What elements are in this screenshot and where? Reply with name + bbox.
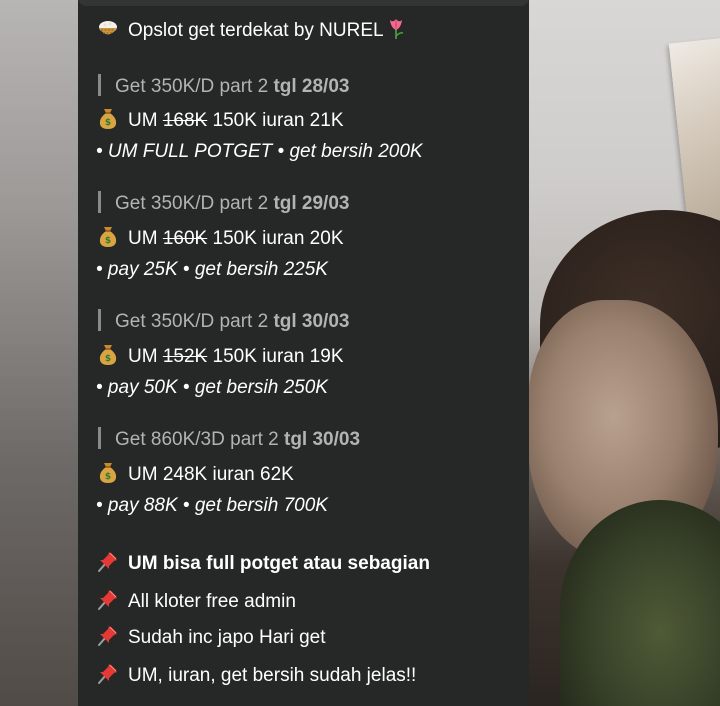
um-label: UM — [128, 110, 158, 131]
um-old-value: 160K — [162, 228, 208, 249]
note-text: UM bisa full potget atau sebagian — [128, 553, 430, 574]
rice-bowl-icon — [99, 21, 117, 35]
svg-text:$: $ — [105, 236, 111, 246]
svg-text:$: $ — [105, 472, 111, 482]
slot-heading-text: Get 350K/D part 2 — [115, 193, 269, 214]
note-item: Sudah inc japo Hari get — [96, 623, 326, 649]
note-text: UM, iuran, get bersih sudah jelas!! — [128, 665, 417, 686]
slot-heading-text: Get 350K/D part 2 — [115, 311, 269, 332]
um-label: UM — [128, 228, 158, 249]
quote-bar — [98, 74, 101, 96]
slot-date: tgl 30/03 — [284, 429, 361, 450]
note-item: UM bisa full potget atau sebagian — [96, 549, 430, 575]
svg-text:$: $ — [105, 118, 111, 128]
um-rest: 150K iuran 21K — [212, 110, 344, 131]
money-bag-icon: $ — [99, 227, 117, 247]
pushpin-icon — [98, 664, 117, 684]
note-item: All kloter free admin — [96, 587, 296, 613]
money-bag-icon: $ — [99, 463, 117, 483]
wallpaper-left — [0, 0, 80, 706]
tulip-icon — [389, 19, 403, 39]
slot-detail: • pay 50K • get bersih 250K — [96, 377, 328, 398]
pushpin-icon — [98, 590, 117, 610]
slot-heading-text: Get 350K/D part 2 — [115, 76, 269, 97]
slot-detail: • UM FULL POTGET • get bersih 200K — [96, 141, 423, 162]
quote-bar — [98, 309, 101, 331]
slot-heading: Get 860K/3D part 2 tgl 30/03 — [96, 427, 360, 453]
money-bag-icon: $ — [99, 345, 117, 365]
um-label: UM — [128, 346, 158, 367]
slot-heading: Get 350K/D part 2 tgl 29/03 — [96, 191, 349, 217]
message-header: Opslot get terdekat by NUREL — [96, 16, 408, 42]
slot-heading: Get 350K/D part 2 tgl 30/03 — [96, 309, 349, 335]
um-rest: 150K iuran 19K — [212, 346, 344, 367]
pushpin-icon — [98, 552, 117, 572]
slot-um-line: $ UM 152K 150K iuran 19K — [96, 342, 344, 368]
svg-text:$: $ — [105, 354, 111, 364]
quote-bar — [98, 427, 101, 449]
slot-um-line: $ UM 168K 150K iuran 21K — [96, 106, 344, 132]
um-rest: 150K iuran 20K — [212, 228, 344, 249]
um-old-value: 168K — [162, 110, 208, 131]
header-title: Opslot get terdekat by NUREL — [128, 20, 384, 41]
um-old-value: 152K — [162, 346, 208, 367]
pushpin-icon — [98, 626, 117, 646]
um-rest: 248K iuran 62K — [162, 464, 294, 485]
um-label: UM — [128, 464, 158, 485]
slot-date: tgl 29/03 — [273, 193, 350, 214]
slot-detail: • pay 88K • get bersih 700K — [96, 495, 328, 516]
slot-um-line: $ UM 248K iuran 62K — [96, 460, 294, 486]
slot-date: tgl 30/03 — [273, 311, 350, 332]
slot-heading-text: Get 860K/3D part 2 — [115, 429, 279, 450]
slot-um-line: $ UM 160K 150K iuran 20K — [96, 224, 344, 250]
slot-heading: Get 350K/D part 2 tgl 28/03 — [96, 74, 349, 100]
note-text: All kloter free admin — [128, 591, 296, 612]
slot-detail: • pay 25K • get bersih 225K — [96, 259, 328, 280]
quote-bar — [98, 191, 101, 213]
note-item: UM, iuran, get bersih sudah jelas!! — [96, 661, 416, 687]
reply-strip — [78, 0, 529, 6]
slot-date: tgl 28/03 — [273, 76, 350, 97]
note-text: Sudah inc japo Hari get — [128, 627, 326, 648]
money-bag-icon: $ — [99, 109, 117, 129]
